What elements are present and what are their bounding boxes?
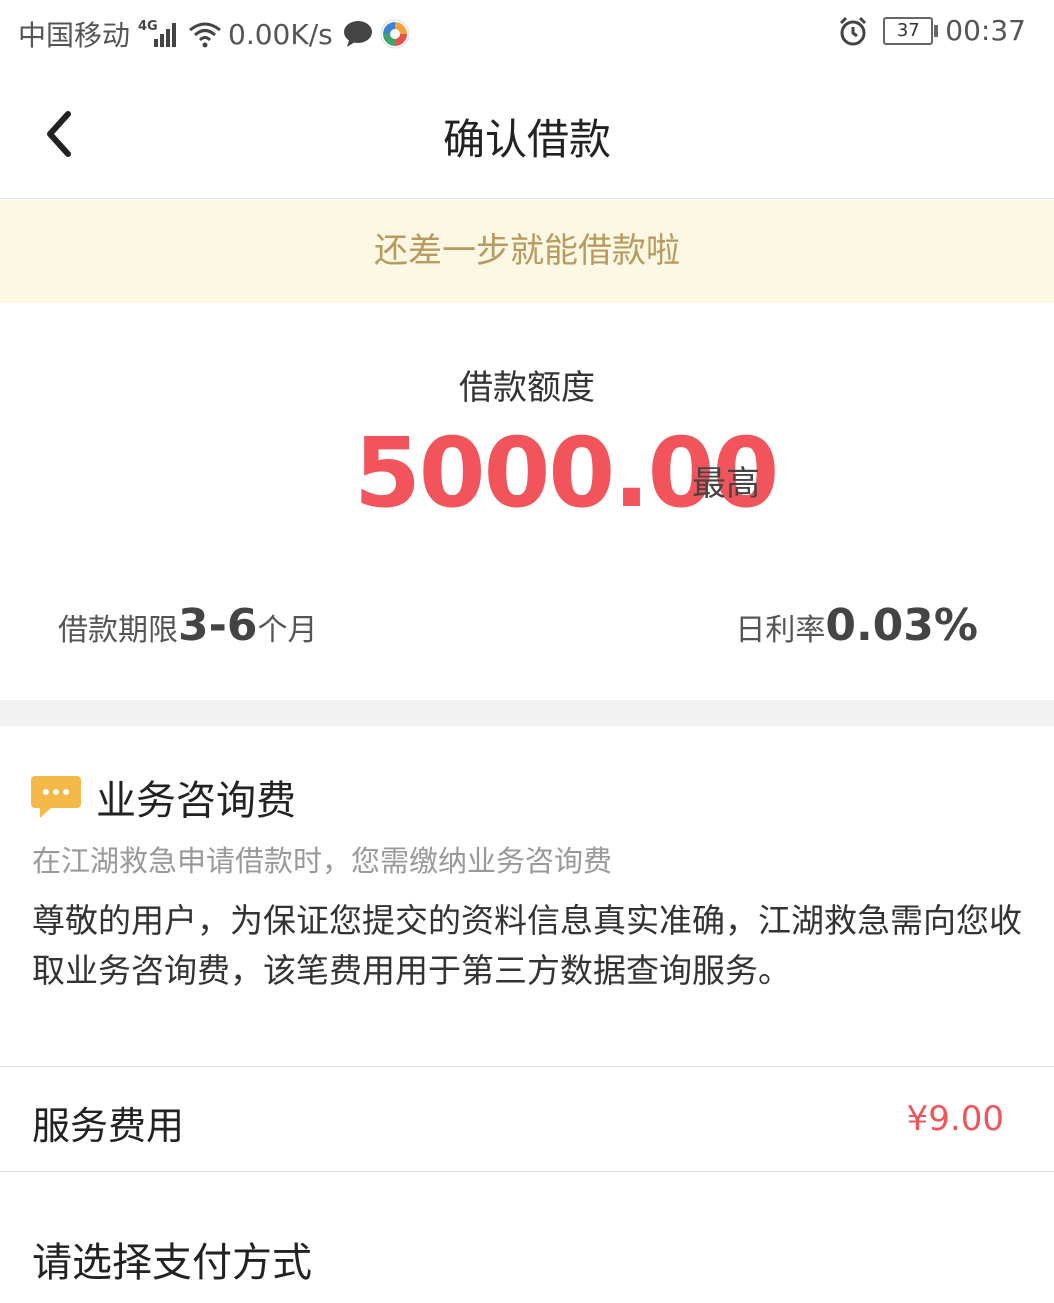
fee-description: 尊敬的用户，为保证您提交的资料信息真实准确，江湖救急需向您收取业务咨询费，该笔费… <box>32 901 1022 990</box>
battery-icon: 37 <box>883 16 939 45</box>
signal-icon: 4G <box>138 19 178 49</box>
daily-rate: 日利率0.03% <box>735 600 978 651</box>
divider <box>0 1171 1054 1172</box>
message-bubble-icon <box>31 776 81 818</box>
page-title: 确认借款 <box>442 115 611 164</box>
section-gap <box>0 700 1054 726</box>
battery-level: 37 <box>896 19 920 41</box>
loan-term: 借款期限3-6个月 <box>58 600 318 651</box>
term-label: 借款期限 <box>58 613 178 648</box>
amount-label: 借款额度 <box>459 368 595 408</box>
status-time: 00:37 <box>945 14 1026 47</box>
chat-icon <box>343 21 372 47</box>
service-fee-row: 服务费用 ¥9.00 <box>0 1067 1054 1171</box>
notice-banner: 还差一步就能借款啦 <box>0 200 1054 303</box>
fee-header: 业务咨询费 <box>30 768 296 826</box>
payment-method-label[interactable]: 请选择支付方式 <box>32 1230 312 1288</box>
status-left: 中国移动 4G 0.00K/s <box>18 14 411 54</box>
wifi-icon <box>189 22 221 48</box>
status-bar: 中国移动 4G 0.00K/s 37 00:37 <box>0 0 1054 70</box>
service-fee-value: ¥9.00 <box>906 1099 1004 1139</box>
app-icon <box>380 19 410 49</box>
amount-row: 5000.00 最高 <box>0 418 1054 528</box>
alarm-icon <box>840 16 867 45</box>
fee-subtitle: 在江湖救急申请借款时，您需缴纳业务咨询费 <box>32 844 613 878</box>
term-value: 3-6 <box>178 600 258 651</box>
status-right: 37 00:37 <box>837 14 1026 47</box>
rate-label: 日利率 <box>735 613 826 648</box>
amount-suffix: 最高 <box>692 464 760 504</box>
network-speed: 0.00K/s <box>228 17 333 51</box>
rate-value: 0.03% <box>825 600 978 651</box>
network-type: 4G <box>138 19 158 34</box>
carrier-name: 中国移动 <box>18 19 131 52</box>
term-unit: 个月 <box>257 613 318 648</box>
service-fee-label: 服务费用 <box>32 1104 185 1148</box>
fee-title: 业务咨询费 <box>96 778 296 824</box>
nav-bar: 确认借款 <box>0 70 1054 199</box>
